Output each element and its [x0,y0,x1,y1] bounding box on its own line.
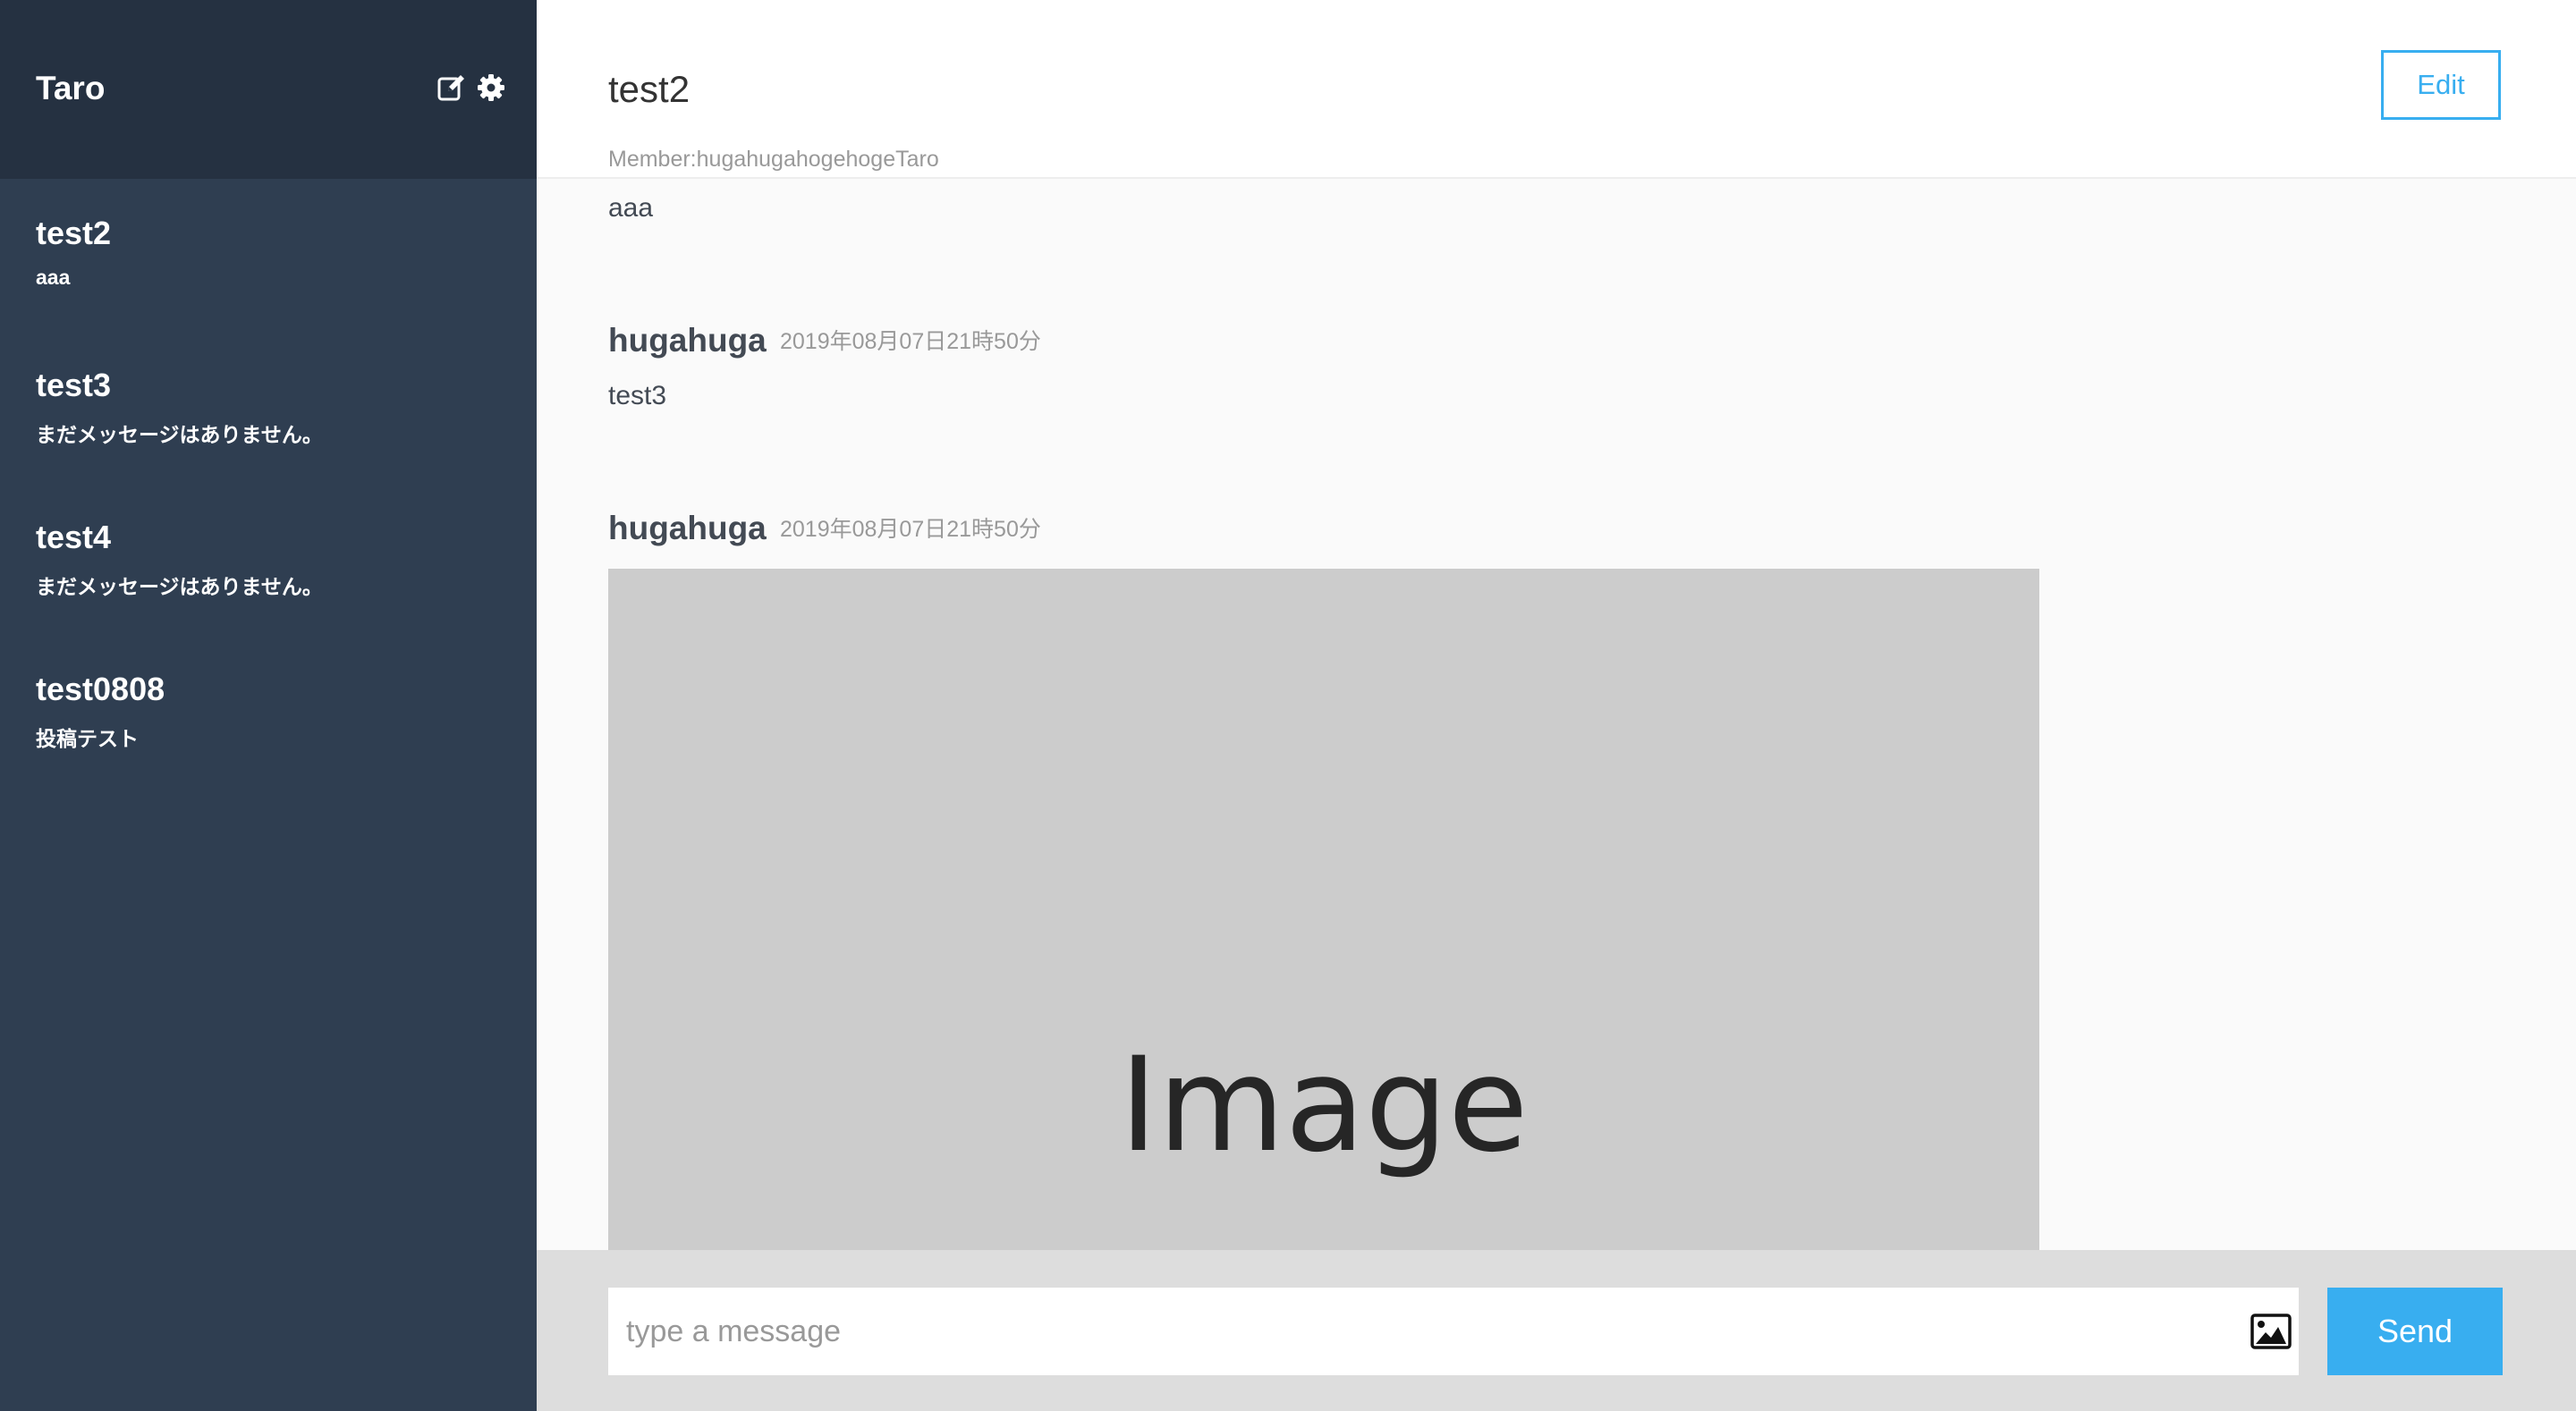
group-last-message: まだメッセージはありません。 [36,423,323,446]
group-item-test3[interactable]: test3 まだメッセージはありません。 [0,331,537,483]
group-item-test4[interactable]: test4 まだメッセージはありません。 [0,483,537,635]
message-user: hugahuga [608,322,767,359]
group-last-message: 投稿テスト [36,727,139,750]
image-icon[interactable] [2250,1314,2292,1349]
message-image: Image [608,569,2039,1250]
message-input-wrapper [608,1288,2299,1375]
group-name: test0808 [36,671,165,707]
group-name: test3 [36,367,112,403]
group-title: test2 [608,68,691,110]
chat-header: test2 Member:hugahugahogehogeTaro Edit [537,0,2576,179]
group-item-test0808[interactable]: test0808 投稿テスト [0,635,537,787]
message-text: aaa [608,193,654,223]
edit-icon[interactable] [436,72,467,103]
header-icons [436,72,506,103]
group-last-message: まだメッセージはありません。 [36,575,323,598]
message-date: 2019年08月07日21時50分 [780,517,1041,542]
send-button[interactable]: Send [2327,1288,2503,1375]
group-name: test2 [36,215,112,251]
group-list: test2 aaa test3 まだメッセージはありません。 test4 まだメ… [0,179,537,787]
image-placeholder-label: Image [1119,1029,1529,1181]
group-name: test4 [36,519,112,555]
message-date: 2019年08月07日21時50分 [780,329,1041,354]
group-item-test2[interactable]: test2 aaa [0,179,537,331]
edit-button[interactable]: Edit [2381,50,2501,120]
message-list[interactable]: aaa hugahuga 2019年08月07日21時50分 test3 hug… [537,179,2576,1250]
sidebar-header: Taro [0,0,537,179]
message-text: test3 [608,381,667,410]
message-form: Send [537,1250,2576,1411]
message-user: hugahuga [608,510,767,546]
member-list: Member:hugahugahogehogeTaro [608,147,939,172]
group-last-message: aaa [36,266,71,289]
message-input[interactable] [608,1288,2200,1375]
sidebar: Taro test2 aaa test3 まだメッセージはありません。 test… [0,0,537,1411]
gear-icon[interactable] [476,72,506,103]
user-name: Taro [36,70,106,106]
